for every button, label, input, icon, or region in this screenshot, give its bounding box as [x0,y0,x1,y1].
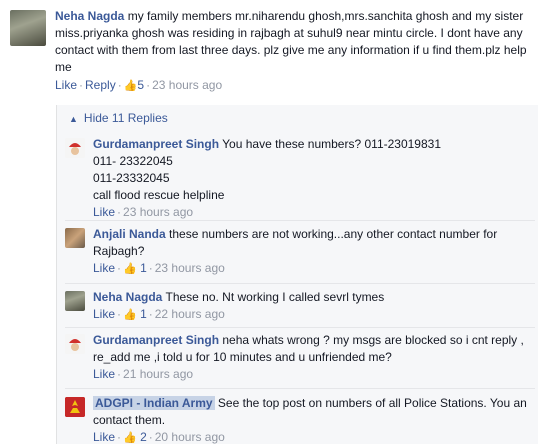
avatar[interactable] [65,334,85,354]
like-link[interactable]: Like [93,367,115,381]
avatar[interactable] [65,397,85,417]
thumbs-up-icon: 👍 [123,309,137,321]
timestamp[interactable]: 23 hours ago [123,205,193,219]
turban-avatar-icon [65,334,85,354]
like-link[interactable]: Like [93,430,115,444]
avatar[interactable] [65,228,85,248]
reply-actions: Like · 👍 1 · 23 hours ago [93,261,225,275]
reply-divider [65,388,535,389]
reply-line: 011- 23322045 [93,154,173,168]
reply-line: call flood rescue helpline [93,188,225,202]
reply-author-link[interactable]: Gurdamanpreet Singh [93,333,219,347]
thumbs-up-icon: 👍 [123,432,137,444]
avatar[interactable] [10,10,46,46]
avatar[interactable] [65,138,85,158]
caret-up-icon: ▲ [69,114,78,124]
reply-text: These no. Nt working I called sevrl tyme… [165,290,385,304]
reply-actions: Like · 23 hours ago [93,205,194,219]
reply-divider [65,327,535,328]
like-count[interactable]: 1 [140,307,147,321]
like-link[interactable]: Like [93,261,115,275]
like-count[interactable]: 5 [137,78,144,92]
reply-body: Gurdamanpreet Singh You have these numbe… [93,136,533,221]
reply-body: Gurdamanpreet Singh neha whats wrong ? m… [93,332,533,383]
reply-author-link[interactable]: ADGPI - Indian Army [93,396,215,410]
timestamp[interactable]: 21 hours ago [123,367,193,381]
replies-thread: ▲ Hide 11 Replies Gurdamanpreet Singh You… [56,105,538,444]
reply-author-link[interactable]: Anjali Nanda [93,227,166,241]
comment-actions: Like · Reply · 👍5 · 23 hours ago [55,78,223,92]
thumbs-up-icon: 👍 [123,263,137,275]
timestamp[interactable]: 23 hours ago [152,78,222,92]
thumbs-up-icon: 👍 [123,80,138,92]
reply-actions: Like · 👍 1 · 22 hours ago [93,307,225,321]
like-count[interactable]: 1 [140,261,147,275]
reply-author-link[interactable]: Neha Nagda [93,290,162,304]
timestamp[interactable]: 20 hours ago [155,430,225,444]
like-link[interactable]: Like [55,78,77,92]
army-emblem-icon [65,397,85,417]
comment-body: Neha Nagda my family members mr.niharend… [55,8,535,95]
reply-author-link[interactable]: Gurdamanpreet Singh [93,137,219,151]
reply-divider [65,220,535,221]
reply-line: You have these numbers? 011-23019831 [222,137,441,151]
like-link[interactable]: Like [93,205,115,219]
comment-author-link[interactable]: Neha Nagda [55,9,124,23]
reply-actions: Like · 👍 2 · 20 hours ago [93,430,225,444]
reply-actions: Like · 21 hours ago [93,367,194,381]
comment-text: my family members mr.niharendu ghosh,mrs… [55,9,527,74]
reply-line: 011-23332045 [93,171,170,185]
hide-replies-link[interactable]: ▲ Hide 11 Replies [69,111,168,125]
reply-link[interactable]: Reply [85,78,116,92]
timestamp[interactable]: 22 hours ago [155,307,225,321]
like-link[interactable]: Like [93,307,115,321]
reply-body: Neha Nagda These no. Nt working I called… [93,289,533,324]
reply-body: Anjali Nanda these numbers are not worki… [93,226,533,278]
turban-avatar-icon [65,138,85,158]
timestamp[interactable]: 23 hours ago [155,261,225,275]
hide-replies-label: Hide 11 Replies [83,111,168,125]
like-count[interactable]: 2 [140,430,147,444]
reply-body: ADGPI - Indian Army See the top post on … [93,395,533,444]
reply-divider [65,283,535,284]
avatar[interactable] [65,291,85,311]
